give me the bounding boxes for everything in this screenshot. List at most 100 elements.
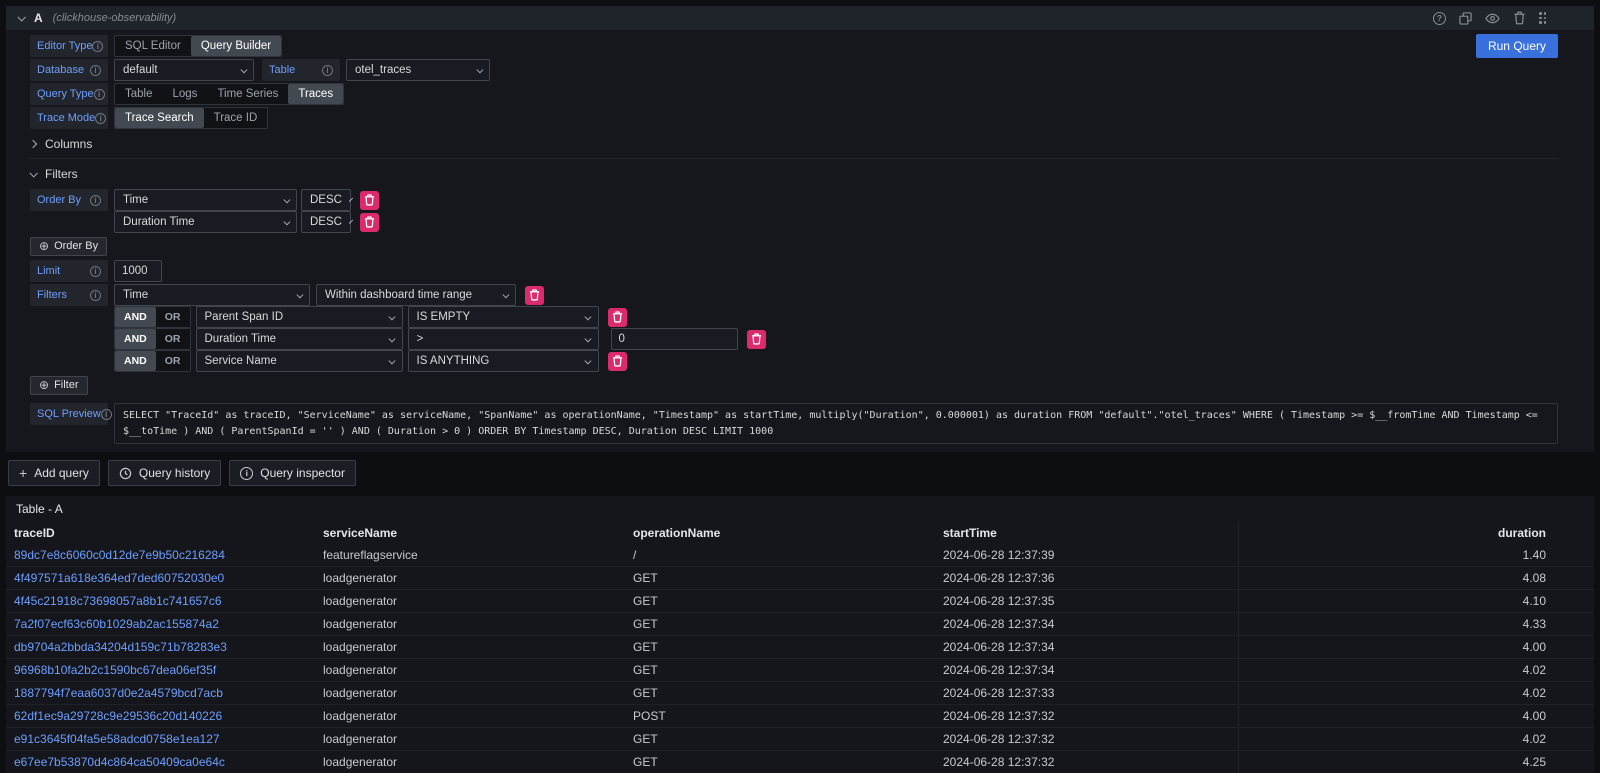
table-row: 89dc7e8c6060c0d12de7e9b50c216284featuref… [6, 544, 1594, 567]
table-row: db9704a2bbda34204d159c71b78283e3loadgene… [6, 636, 1594, 659]
table-header-row: traceID serviceName operationName startT… [6, 522, 1594, 544]
chevron-right-icon [29, 140, 37, 148]
and-option[interactable]: AND [115, 307, 156, 327]
service-name-cell: featureflagservice [315, 548, 625, 562]
trace-id-link[interactable]: 4f497571a618e364ed7ded60752030e0 [6, 571, 315, 585]
delete-filter-button[interactable] [525, 286, 544, 305]
service-name-cell: loadgenerator [315, 755, 625, 769]
column-header-duration[interactable]: duration [1238, 522, 1594, 544]
start-time-cell: 2024-06-28 12:37:32 [935, 732, 1238, 746]
trace-id-link[interactable]: 4f45c21918c73698057a8b1c741657c6 [6, 594, 315, 608]
add-query-button[interactable]: + Add query [8, 460, 100, 486]
query-type-option-table[interactable]: Table [115, 84, 163, 104]
info-icon[interactable]: i [90, 195, 101, 206]
editor-type-option-query-builder[interactable]: Query Builder [191, 36, 281, 56]
trace-id-link[interactable]: e91c3645f04fa5e58adcd0758e1ea127 [6, 732, 315, 746]
query-history-button[interactable]: Query history [108, 460, 221, 486]
info-icon[interactable]: i [101, 409, 112, 420]
info-icon[interactable]: i [90, 266, 101, 277]
and-option[interactable]: AND [115, 351, 156, 371]
order-by-row-1: Duration Time DESC [114, 211, 1558, 233]
operation-name-cell: GET [625, 594, 935, 608]
hide-response-eye-icon[interactable] [1485, 11, 1500, 26]
trace-id-link[interactable]: e67ee7b53870d4c864ca50409ca0e64c [6, 755, 315, 769]
operation-name-cell: GET [625, 640, 935, 654]
and-option[interactable]: AND [115, 329, 156, 349]
delete-filter-button[interactable] [608, 352, 627, 371]
editor-type-option-sql-editor[interactable]: SQL Editor [115, 36, 191, 56]
query-type-option-logs[interactable]: Logs [163, 84, 208, 104]
filter-operator-select[interactable]: > [408, 328, 599, 350]
table-select[interactable]: otel_traces [346, 59, 490, 81]
filter-field-select[interactable]: Service Name [196, 350, 403, 372]
query-type-option-traces[interactable]: Traces [288, 84, 343, 104]
trace-id-link[interactable]: db9704a2bbda34204d159c71b78283e3 [6, 640, 315, 654]
delete-filter-button[interactable] [747, 330, 766, 349]
filter-field-select[interactable]: Parent Span ID [196, 306, 403, 328]
filters-label: Filters i [30, 284, 108, 306]
filter-operator-select[interactable]: Within dashboard time range [316, 284, 516, 306]
info-icon[interactable]: i [94, 89, 105, 100]
column-header-operationname[interactable]: operationName [625, 526, 935, 540]
trace-id-link[interactable]: 7a2f07ecf63c60b1029ab2ac155874a2 [6, 617, 315, 631]
add-filter-button[interactable]: ⊕ Filter [30, 376, 88, 395]
start-time-cell: 2024-06-28 12:37:35 [935, 594, 1238, 608]
table-row: e91c3645f04fa5e58adcd0758e1ea127loadgene… [6, 728, 1594, 751]
delete-filter-button[interactable] [608, 308, 627, 327]
run-query-button[interactable]: Run Query [1476, 34, 1558, 58]
order-by-direction-select[interactable]: DESC [301, 211, 351, 233]
delete-order-by-button[interactable] [360, 191, 379, 210]
history-clock-icon [119, 467, 132, 480]
filters-section-toggle[interactable]: Filters [30, 163, 1558, 185]
column-header-traceid[interactable]: traceID [6, 526, 315, 540]
query-actions: ? [1433, 11, 1548, 26]
sql-preview-label: SQL Preview i [30, 403, 108, 425]
trace-id-link[interactable]: 1887794f7eaa6037d0e2a4579bcd7acb [6, 686, 315, 700]
filter-field-select[interactable]: Duration Time [196, 328, 403, 350]
column-header-starttime[interactable]: startTime [935, 526, 1238, 540]
collapse-query-icon[interactable] [18, 15, 24, 21]
query-footer-actions: + Add query Query history i Query inspec… [8, 460, 1592, 486]
order-by-direction-select[interactable]: DESC [301, 189, 351, 211]
column-header-servicename[interactable]: serviceName [315, 526, 625, 540]
filter-operator-select[interactable]: IS EMPTY [408, 306, 599, 328]
trace-id-link[interactable]: 89dc7e8c6060c0d12de7e9b50c216284 [6, 548, 315, 562]
database-select[interactable]: default [114, 59, 254, 81]
table-label: Table i [262, 59, 340, 81]
query-inspector-button[interactable]: i Query inspector [229, 460, 356, 486]
trace-id-link[interactable]: 62df1ec9a29728c9e29536c20d140226 [6, 709, 315, 723]
info-icon[interactable]: i [90, 65, 101, 76]
filter-row-2: AND OR Service Name IS ANYTHING [114, 350, 1558, 372]
drag-handle-icon[interactable] [1539, 12, 1548, 24]
order-by-field-select[interactable]: Time [114, 189, 297, 211]
limit-input[interactable] [114, 260, 162, 282]
delete-order-by-button[interactable] [360, 213, 379, 232]
info-icon[interactable]: i [90, 290, 101, 301]
info-icon[interactable]: i [322, 65, 333, 76]
table-row: 1887794f7eaa6037d0e2a4579bcd7acbloadgene… [6, 682, 1594, 705]
duration-cell: 4.02 [1238, 659, 1594, 681]
query-type-option-time-series[interactable]: Time Series [207, 84, 288, 104]
info-icon[interactable]: i [92, 41, 103, 52]
filter-operator-select[interactable]: IS ANYTHING [408, 350, 599, 372]
filter-value-input[interactable] [611, 328, 738, 350]
duplicate-query-icon[interactable] [1459, 12, 1472, 25]
columns-section-toggle[interactable]: Columns [30, 133, 1558, 159]
or-option[interactable]: OR [156, 351, 190, 371]
filter-field-select[interactable]: Time [114, 284, 310, 306]
or-option[interactable]: OR [156, 307, 190, 327]
trace-mode-option-trace-search[interactable]: Trace Search [115, 108, 204, 128]
page: A (clickhouse-observability) ? [0, 0, 1600, 773]
or-option[interactable]: OR [156, 329, 190, 349]
remove-query-trash-icon[interactable] [1513, 11, 1526, 25]
datasource-help-icon[interactable]: ? [1433, 12, 1446, 25]
trace-id-link[interactable]: 96968b10fa2b2c1590bc67dea06ef35f [6, 663, 315, 677]
info-icon[interactable]: i [95, 113, 106, 124]
trace-mode-label: Trace Mode i [30, 107, 108, 129]
order-by-field-select[interactable]: Duration Time [114, 211, 297, 233]
circle-plus-icon: ⊕ [39, 240, 49, 252]
filter-row-0: AND OR Parent Span ID IS EMPTY [114, 306, 1558, 328]
trace-mode-option-trace-id[interactable]: Trace ID [204, 108, 268, 128]
add-order-by-button[interactable]: ⊕ Order By [30, 237, 107, 256]
operation-name-cell: GET [625, 617, 935, 631]
